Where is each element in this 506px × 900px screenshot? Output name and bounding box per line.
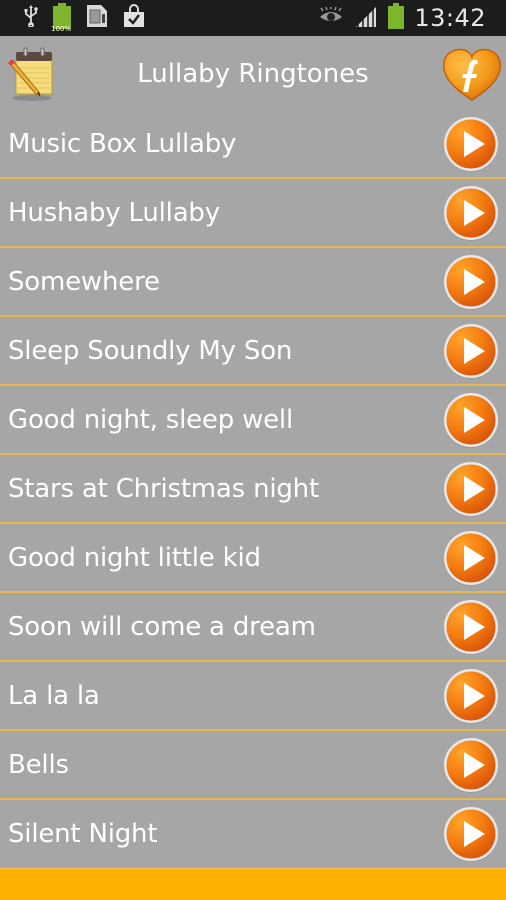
ringtone-list: Music Box Lullaby Hushaby Lullaby Somewh… [0,110,506,868]
list-item[interactable]: Sleep Soundly My Son [0,317,506,386]
battery-icon [388,2,405,34]
page-title: Lullaby Ringtones [137,59,369,89]
list-item[interactable]: Somewhere [0,248,506,317]
battery-full-icon: 100% [51,2,72,34]
ringtone-title: Somewhere [8,266,160,297]
list-item[interactable]: Bells [0,731,506,800]
ringtone-title: Bells [8,749,69,780]
ringtone-title: La la la [8,680,100,711]
status-bar: 100% 13:42 [0,0,506,36]
list-item[interactable]: Good night, sleep well [0,386,506,455]
play-button[interactable] [442,667,500,725]
usb-icon [24,4,38,32]
play-button[interactable] [442,184,500,242]
list-item[interactable]: Silent Night [0,800,506,868]
ringtone-title: Music Box Lullaby [8,128,237,159]
play-button[interactable] [442,322,500,380]
eye-icon [318,6,344,30]
sd-card-icon [86,4,108,33]
status-left-icons: 100% [0,0,146,36]
play-button[interactable] [442,805,500,863]
list-item[interactable]: Soon will come a dream [0,593,506,662]
battery-percent-label: 100% [51,24,72,33]
list-item[interactable]: Hushaby Lullaby [0,179,506,248]
heart-favorite-icon[interactable] [440,46,504,104]
ringtone-title: Hushaby Lullaby [8,197,220,228]
ringtone-title: Stars at Christmas night [8,473,319,504]
play-button[interactable] [442,460,500,518]
ringtone-title: Soon will come a dream [8,611,316,642]
play-button[interactable] [442,391,500,449]
ringtone-title: Sleep Soundly My Son [8,335,293,366]
app-header: Lullaby Ringtones [0,36,506,110]
play-button[interactable] [442,115,500,173]
play-button[interactable] [442,736,500,794]
status-time: 13:42 [414,4,486,32]
status-right-icons: 13:42 [318,0,506,36]
list-item[interactable]: Good night little kid [0,524,506,593]
play-button[interactable] [442,598,500,656]
ringtone-title: Good night little kid [8,542,261,573]
bottom-ad-bar [0,868,506,900]
ringtone-title: Silent Night [8,819,158,849]
shopping-bag-check-icon [122,3,146,33]
list-item[interactable]: Stars at Christmas night [0,455,506,524]
list-item[interactable]: La la la [0,662,506,731]
signal-icon [354,5,378,32]
list-item[interactable]: Music Box Lullaby [0,110,506,179]
play-button[interactable] [442,529,500,587]
ringtone-title: Good night, sleep well [8,404,293,435]
play-button[interactable] [442,253,500,311]
